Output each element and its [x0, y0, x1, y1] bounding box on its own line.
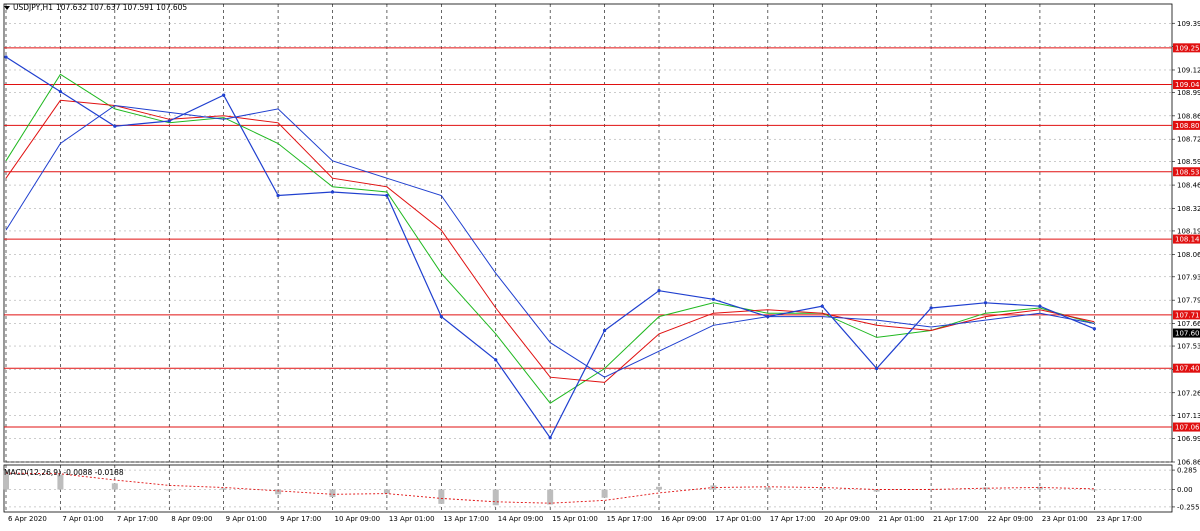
y-tick-label: 107.530: [1177, 343, 1200, 351]
level-tag-label: 109.253: [1175, 44, 1200, 52]
x-tick-label: 21 Apr 01:00: [879, 515, 925, 523]
x-tick-label: 10 Apr 09:00: [335, 515, 381, 523]
y-tick-label: 109.125: [1177, 66, 1200, 74]
x-tick-label: 13 Apr 17:00: [443, 515, 489, 523]
current-price-label: 107.605: [1175, 330, 1200, 338]
main-panel-frame: [3, 3, 1173, 463]
price-point: [820, 304, 824, 308]
macd-histogram-bar: [166, 489, 173, 491]
price-point: [113, 124, 117, 128]
macd-histogram-bar: [383, 489, 390, 494]
y-tick-label: 108.595: [1177, 158, 1200, 166]
macd-histogram-bar: [656, 486, 663, 490]
y-tick-label: 108.060: [1177, 251, 1200, 259]
x-tick-label: 15 Apr 17:00: [607, 515, 653, 523]
y-tick-label: 106.860: [1177, 459, 1200, 467]
price-point: [330, 190, 335, 194]
y-tick-label: 107.130: [1177, 412, 1200, 420]
price-point: [167, 119, 171, 123]
price-point: [276, 193, 280, 198]
ohlc-values: 107.632 107.637 107.591 107.605: [55, 3, 188, 12]
price-point: [222, 93, 226, 97]
level-tag-label: 108.537: [1175, 168, 1200, 176]
macd-histogram-bar: [438, 489, 445, 504]
level-tag-label: 109.041: [1175, 81, 1200, 89]
x-tick-label: 20 Apr 09:00: [824, 515, 870, 523]
x-tick-label: 21 Apr 17:00: [933, 515, 979, 523]
price-point: [4, 55, 8, 59]
chart-root[interactable]: 6 Apr 2020 7 Apr 01:00 7 Apr 17:00 8 Apr 09…: [0, 0, 1200, 527]
x-tick-label: 6 Apr 2020: [8, 515, 47, 523]
x-tick-label: 9 Apr 01:00: [226, 515, 267, 523]
y-tick-label: 108.725: [1177, 136, 1200, 144]
macd-histogram-bar: [1091, 489, 1098, 491]
price-point: [875, 366, 879, 371]
price-point: [983, 301, 988, 305]
y-tick-label: 108.460: [1177, 182, 1200, 190]
level-tag-label: 108.148: [1175, 236, 1200, 244]
x-tick-label: 17 Apr 01:00: [715, 515, 761, 523]
y-tick-label: 108.195: [1177, 227, 1200, 235]
x-tick-label: 13 Apr 01:00: [389, 515, 435, 523]
macd-histogram-bar: [547, 489, 554, 505]
level-tag-label: 108.805: [1175, 122, 1200, 130]
price-point: [1038, 304, 1042, 308]
x-tick-label: 23 Apr 01:00: [1042, 515, 1088, 523]
triangle-down-icon[interactable]: [4, 5, 10, 10]
x-tick-label: 14 Apr 09:00: [498, 515, 544, 523]
price-point: [766, 315, 770, 319]
chart-canvas[interactable]: 6 Apr 2020 7 Apr 01:00 7 Apr 17:00 8 Apr 09…: [0, 0, 1200, 527]
price-point: [385, 193, 389, 198]
price-point: [58, 90, 63, 94]
price-point: [439, 315, 443, 319]
symbol-label: USDJPY,H1: [13, 3, 53, 12]
macd-histogram-bar: [220, 488, 227, 490]
x-tick-label: 15 Apr 01:00: [552, 515, 598, 523]
price-point: [1092, 327, 1096, 331]
y-tick-label: 107.795: [1177, 297, 1200, 305]
y-tick-label: 108.860: [1177, 112, 1200, 120]
x-tick-label: 16 Apr 09:00: [661, 515, 707, 523]
level-tag-label: 107.062: [1175, 424, 1200, 432]
symbol-header[interactable]: USDJPY,H1 107.632 107.637 107.591 107.60…: [4, 3, 187, 12]
y-tick-label: 107.660: [1177, 320, 1200, 328]
x-tick-label: 8 Apr 09:00: [171, 515, 212, 523]
y-tick-label: 106.995: [1177, 435, 1200, 443]
price-point: [602, 328, 607, 333]
price-point: [929, 306, 933, 310]
macd-histogram-bar: [329, 489, 336, 498]
macd-histogram-bar: [764, 487, 771, 490]
macd-y-tick-label: 0.285: [1177, 467, 1197, 475]
y-tick-label: 107.930: [1177, 273, 1200, 281]
y-tick-label: 108.325: [1177, 205, 1200, 213]
price-point: [711, 297, 716, 301]
price-point: [657, 289, 661, 293]
macd-y-tick-label: 0.00: [1177, 486, 1193, 494]
macd-histogram-bar: [601, 489, 608, 498]
y-tick-label: 107.260: [1177, 389, 1200, 397]
macd-header: MACD(12,26,9) -0.0088 -0.0188: [4, 468, 124, 477]
price-point: [494, 358, 498, 362]
x-tick-label: 7 Apr 17:00: [117, 515, 158, 523]
macd-histogram-bar: [492, 489, 499, 506]
x-tick-label: 23 Apr 17:00: [1096, 515, 1142, 523]
macd-histogram-bar: [111, 483, 118, 490]
macd-label: MACD(12,26,9): [4, 468, 61, 477]
x-tick-label: 7 Apr 01:00: [62, 515, 103, 523]
x-tick-label: 17 Apr 17:00: [770, 515, 816, 523]
x-tick-label: 9 Apr 17:00: [280, 515, 321, 523]
macd-values: -0.0088 -0.0188: [63, 468, 124, 477]
level-tag-label: 107.402: [1175, 365, 1200, 373]
price-point: [548, 436, 552, 440]
macd-histogram-bar: [819, 488, 826, 490]
y-tick-label: 109.395: [1177, 20, 1200, 28]
macd-histogram-bar: [275, 489, 282, 495]
macd-y-tick-label: -0.255: [1177, 503, 1200, 511]
level-tag-label: 107.710: [1175, 311, 1200, 319]
x-tick-label: 22 Apr 09:00: [988, 515, 1034, 523]
y-tick-label: 108.995: [1177, 89, 1200, 97]
